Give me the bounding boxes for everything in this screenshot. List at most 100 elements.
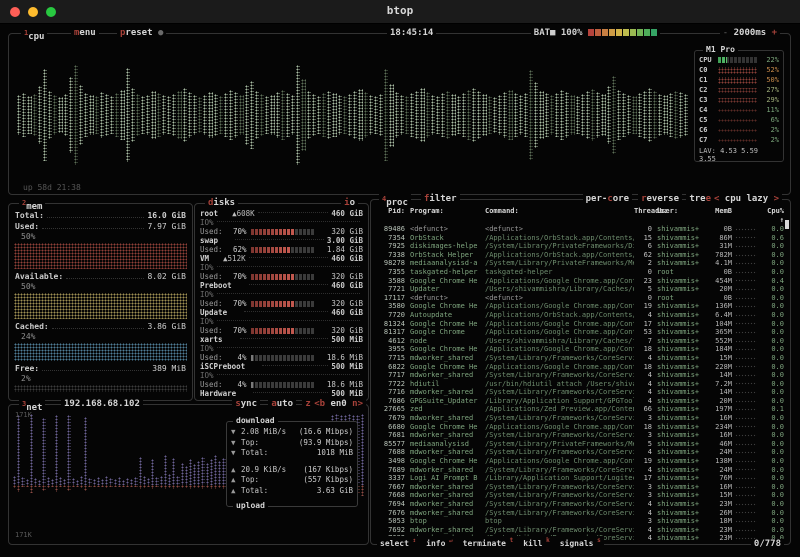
cpu-graph-column: [250, 81, 254, 148]
process-row[interactable]: 3498Google Chrome He/Applications/Google…: [371, 457, 790, 466]
net-graph-column: [42, 418, 45, 484]
cpu-graph-column: [596, 92, 600, 138]
process-row[interactable]: 3588Google Chrome He/Applications/Google…: [371, 277, 790, 286]
process-row[interactable]: 27665zed/Applications/Zed Preview.app/Co…: [371, 405, 790, 414]
reverse-toggle[interactable]: reverse: [638, 194, 682, 204]
cpu-graph-column: [472, 88, 476, 143]
net-graph-column: [34, 478, 37, 485]
process-row[interactable]: 81317Google Chrome/Applications/Google C…: [371, 328, 790, 337]
process-row[interactable]: 7716mdworker_shared/System/Library/Frame…: [371, 388, 790, 397]
process-row[interactable]: 7722hdiutil/usr/bin/hdiutil attach /User…: [371, 380, 790, 389]
cpu-graph-column: [534, 82, 538, 147]
net-graph-column: [361, 485, 364, 497]
tree-toggle[interactable]: tree: [686, 194, 714, 204]
mem-stat-graph: [14, 343, 187, 361]
cpu-graph-column: [431, 95, 435, 136]
process-row[interactable]: 7689mdworker_shared/System/Library/Frame…: [371, 466, 790, 475]
interval-increase-button[interactable]: +: [772, 28, 777, 38]
cpu-graph-column: [312, 94, 316, 136]
cpu-graph-column: [115, 93, 119, 137]
process-row[interactable]: 3580Google Chrome He/Applications/Google…: [371, 302, 790, 311]
net-graph-column: [126, 485, 129, 488]
process-row[interactable]: 7681mdworker_shared/System/Library/Frame…: [371, 431, 790, 440]
net-graph-column: [168, 485, 171, 489]
cpu-core-panel: M1 Pro CPU 22% C052%C150%C227%C329%C411%…: [694, 50, 784, 162]
process-row[interactable]: 85577mediaanalysisd/System/Library/Priva…: [371, 440, 790, 449]
info-button[interactable]: info ↵: [426, 536, 453, 549]
cpu-graph-column: [141, 96, 145, 134]
process-row[interactable]: 5053btopbtop3shivammis+18M0.0: [371, 517, 790, 526]
sort-selector[interactable]: < cpu lazy >: [711, 194, 782, 204]
process-row[interactable]: 3337Logi AI Prompt B/Library/Application…: [371, 474, 790, 483]
net-interface-switcher[interactable]: <b en0 n>: [311, 399, 366, 409]
net-stat-line: ▼Top:(93.9 Mibps): [231, 438, 353, 449]
net-graph-column: [51, 485, 54, 487]
net-graph-column: [189, 485, 192, 489]
process-row[interactable]: 7720Autoupdate/Applications/OrbStack.app…: [371, 311, 790, 320]
io-mode-button[interactable]: io: [341, 198, 358, 208]
signals-button[interactable]: signals s: [560, 536, 601, 549]
cpu-graph-column: [591, 89, 595, 142]
upload-label: upload: [233, 501, 268, 511]
proc-box-title[interactable]: 4proc: [379, 194, 411, 208]
net-auto-button[interactable]: auto: [268, 399, 296, 409]
process-row[interactable]: 7686GPGSuite_Updater/Library/Application…: [371, 397, 790, 406]
process-row[interactable]: 3955Google Chrome He/Applications/Google…: [371, 345, 790, 354]
net-sync-button[interactable]: sync: [232, 399, 260, 409]
select-button[interactable]: select ↕: [380, 536, 416, 549]
net-graph-column: [80, 485, 83, 488]
process-scrollbar[interactable]: [785, 220, 789, 229]
process-row[interactable]: 89486<defunct><defunct>0shivammis+0B0.0: [371, 225, 790, 234]
process-row[interactable]: 7354OrbStack/Applications/OrbStack.app/C…: [371, 234, 790, 243]
disk-used-row: Used:70%320 GiB: [195, 299, 368, 308]
process-row[interactable]: 7688mdworker_shared/System/Library/Frame…: [371, 448, 790, 457]
cpu-graph-column: [632, 96, 636, 135]
disk-io-row: IO%: [195, 344, 368, 353]
net-graph-column: [130, 485, 133, 487]
per-core-toggle[interactable]: per-core: [583, 194, 632, 204]
cpu-graph-column: [457, 96, 461, 135]
process-row[interactable]: 6680Google Chrome He/Applications/Google…: [371, 423, 790, 432]
process-row[interactable]: 7667mdworker_shared/System/Library/Frame…: [371, 483, 790, 492]
process-row[interactable]: 7668mdworker_shared/System/Library/Frame…: [371, 491, 790, 500]
mem-stat-percent: 50%: [9, 232, 192, 242]
cpu-graph-column: [545, 93, 549, 136]
kill-button[interactable]: kill k: [523, 536, 550, 549]
net-graph-column: [34, 485, 37, 488]
cpu-graph-column: [105, 94, 109, 136]
disk-used-row: Used:70%320 GiB: [195, 272, 368, 281]
cpu-graph-column: [74, 65, 78, 165]
process-row[interactable]: 7355taskgated-helpertaskgated-helper0roo…: [371, 268, 790, 277]
net-graph-column: [84, 417, 87, 485]
disk-name-row: Update460 GiB: [195, 308, 368, 317]
process-row[interactable]: 7717mdworker_shared/System/Library/Frame…: [371, 371, 790, 380]
cpu-box-title[interactable]: 1cpu: [21, 28, 47, 42]
filter-button[interactable]: filter: [421, 194, 460, 204]
preset-button[interactable]: preset ●: [117, 28, 166, 38]
net-graph-column: [118, 477, 121, 484]
net-stat-line: ▲Total:3.63 GiB: [231, 486, 353, 497]
process-row[interactable]: 7715mdworker_shared/System/Library/Frame…: [371, 354, 790, 363]
process-row[interactable]: 17117<defunct><defunct>0root0B0.0: [371, 294, 790, 303]
process-row[interactable]: 7676mdworker_shared/System/Library/Frame…: [371, 509, 790, 518]
process-row[interactable]: 7925diskimages-helpe/System/Library/Priv…: [371, 242, 790, 251]
process-row[interactable]: 7679mdworker_shared/System/Library/Frame…: [371, 414, 790, 423]
process-row[interactable]: 81324Google Chrome He/Applications/Googl…: [371, 320, 790, 329]
net-graph-column: [168, 474, 171, 485]
process-row[interactable]: 4612node/Users/shivammishra/Library/Cach…: [371, 337, 790, 346]
terminate-button[interactable]: terminate t: [463, 536, 514, 549]
process-row[interactable]: 7721Updater/Users/shivammishra/Library/C…: [371, 285, 790, 294]
process-row[interactable]: 7694mdworker_shared/System/Library/Frame…: [371, 500, 790, 509]
process-row[interactable]: 6822Google Chrome He/Applications/Google…: [371, 363, 790, 372]
cpu-graph-column: [586, 91, 590, 138]
net-graph-column: [139, 485, 142, 490]
menu-button[interactable]: menu: [71, 28, 99, 38]
interval-decrease-button[interactable]: -: [723, 28, 728, 38]
proc-footer: select ↕ info ↵ terminate t kill k signals s: [377, 536, 604, 549]
cpu-graph-column: [270, 95, 274, 135]
process-row[interactable]: 7338OrbStack Helper/Applications/OrbStac…: [371, 251, 790, 260]
mem-box-title[interactable]: 2mem: [19, 198, 45, 212]
net-graph-column: [105, 485, 108, 488]
process-row[interactable]: 7692mdworker_shared/System/Library/Frame…: [371, 526, 790, 535]
process-row[interactable]: 98278mediaanalysisd-a/System/Library/Pri…: [371, 259, 790, 268]
